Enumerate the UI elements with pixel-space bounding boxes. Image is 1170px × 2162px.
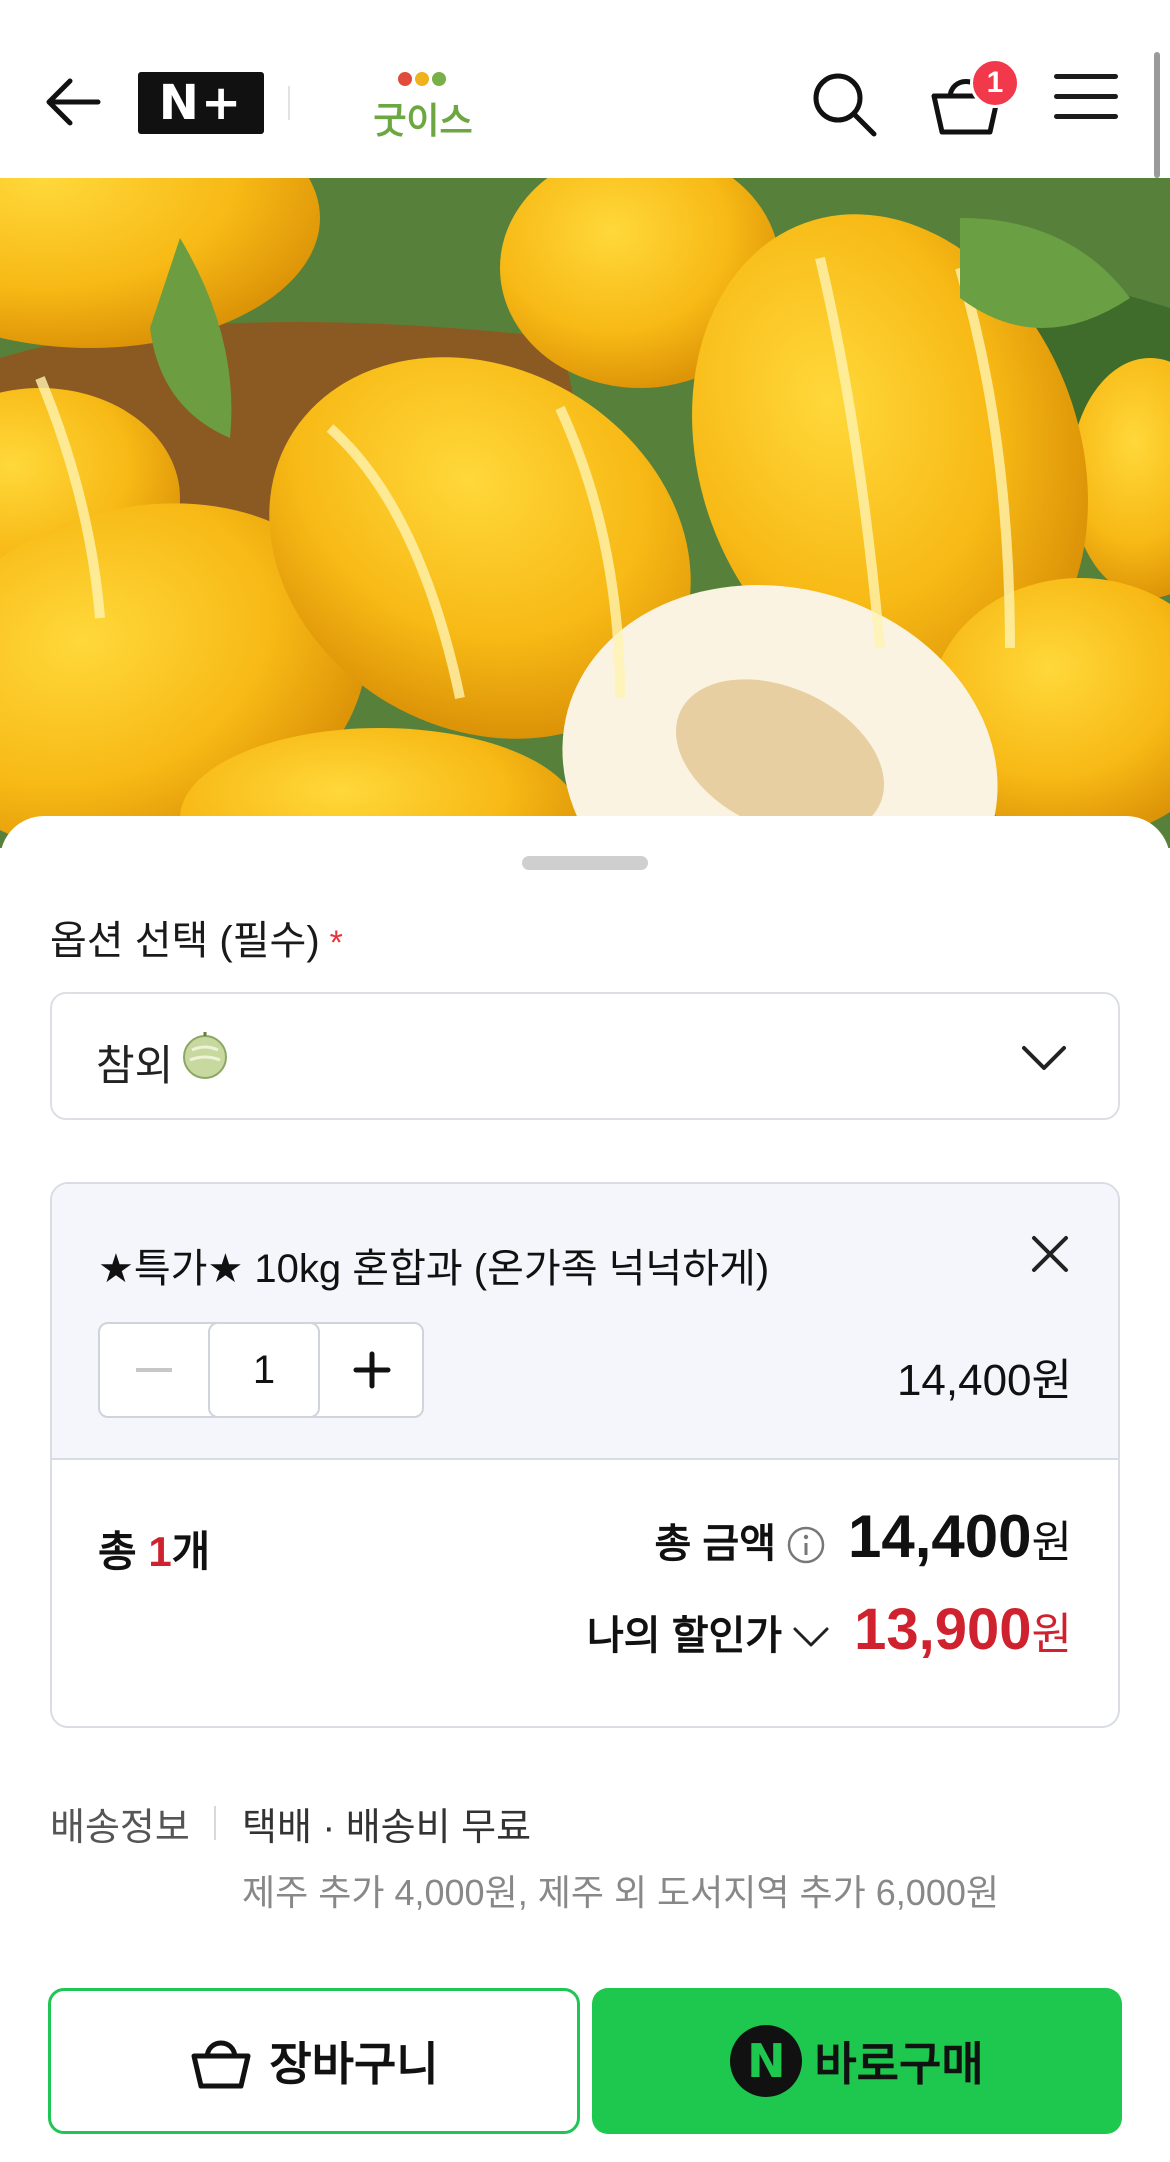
header-divider <box>288 86 290 120</box>
chevron-down-icon <box>793 1627 829 1647</box>
close-icon[interactable] <box>1028 1232 1072 1276</box>
total-count: 총 1개 <box>98 1528 211 1575</box>
shipping-divider <box>214 1806 216 1840</box>
discount-amount: 13,900원 <box>854 1597 1072 1662</box>
search-icon <box>813 73 877 137</box>
selected-item-detail: ★특가★ 10kg 혼합과 (온가족 넉넉하게) 1 14,400원 <box>52 1184 1118 1460</box>
total-amount-row: 총 금액 14,400원 <box>654 1502 1072 1582</box>
total-amount: 14,400원 <box>848 1503 1072 1570</box>
add-to-cart-label: 장바구니 <box>269 2038 439 2090</box>
melon-illustration <box>0 178 1170 848</box>
plus-icon <box>353 1351 391 1389</box>
decrease-button[interactable] <box>100 1324 208 1416</box>
menu-icon <box>1054 74 1118 79</box>
total-amount-label: 총 금액 <box>654 1522 776 1566</box>
nplus-logo[interactable]: N+ <box>138 72 264 134</box>
increase-button[interactable] <box>320 1324 424 1416</box>
selected-item-card: ★특가★ 10kg 혼합과 (온가족 넉넉하게) 1 14,400원 총 1개 … <box>50 1182 1120 1728</box>
back-button[interactable] <box>38 70 108 134</box>
arrow-left-icon <box>46 78 101 126</box>
selected-option: 참외 <box>96 1042 174 1089</box>
scrollbar[interactable] <box>1154 52 1160 178</box>
shipping-info: 택배 · 배송비 무료 <box>242 1807 532 1849</box>
option-label: 옵션 선택 (필수) * <box>50 919 343 963</box>
quantity-value[interactable]: 1 <box>208 1322 320 1418</box>
sheet-drag-handle[interactable] <box>522 856 648 870</box>
item-name: ★특가★ 10kg 혼합과 (온가족 넉넉하게) <box>98 1247 770 1291</box>
chevron-down-icon <box>1022 1046 1066 1070</box>
search-button[interactable] <box>808 68 880 140</box>
melon-icon <box>183 1032 227 1079</box>
menu-button[interactable] <box>1054 74 1118 130</box>
quantity-stepper: 1 <box>98 1322 424 1418</box>
required-mark: * <box>329 924 343 962</box>
cart-count-badge: 1 <box>970 58 1020 108</box>
minus-icon <box>136 1368 172 1372</box>
product-image <box>0 178 1170 848</box>
option-bottom-sheet: 옵션 선택 (필수) * 참외 ★특가★ 10kg 혼합과 (온가족 넉넉하게) … <box>0 816 1170 2162</box>
item-price: 14,400원 <box>896 1356 1072 1405</box>
discount-label: 나의 할인가 <box>586 1614 783 1658</box>
shipping-label: 배송정보 <box>50 1807 190 1849</box>
naver-pay-icon: N <box>730 2025 803 2097</box>
shipping-extra-fee: 제주 추가 4,000원, 제주 외 도서지역 추가 6,000원 <box>242 1872 999 1913</box>
add-to-cart-button[interactable]: 장바구니 <box>48 1988 580 2134</box>
shopping-basket-icon <box>191 2040 251 2089</box>
option-select[interactable]: 참외 <box>50 992 1120 1120</box>
store-name: 굿이스 <box>373 100 473 141</box>
discount-row[interactable]: 나의 할인가 13,900원 <box>587 1596 1072 1676</box>
store-logo[interactable]: 굿이스 <box>368 62 478 142</box>
buy-now-label: 바로구매 <box>814 2038 984 2090</box>
logo-dots <box>398 72 452 90</box>
top-nav-bar: N+ 굿이스 1 <box>0 0 1170 178</box>
info-icon[interactable] <box>786 1525 826 1565</box>
buy-now-button[interactable]: N 바로구매 <box>592 1988 1122 2134</box>
